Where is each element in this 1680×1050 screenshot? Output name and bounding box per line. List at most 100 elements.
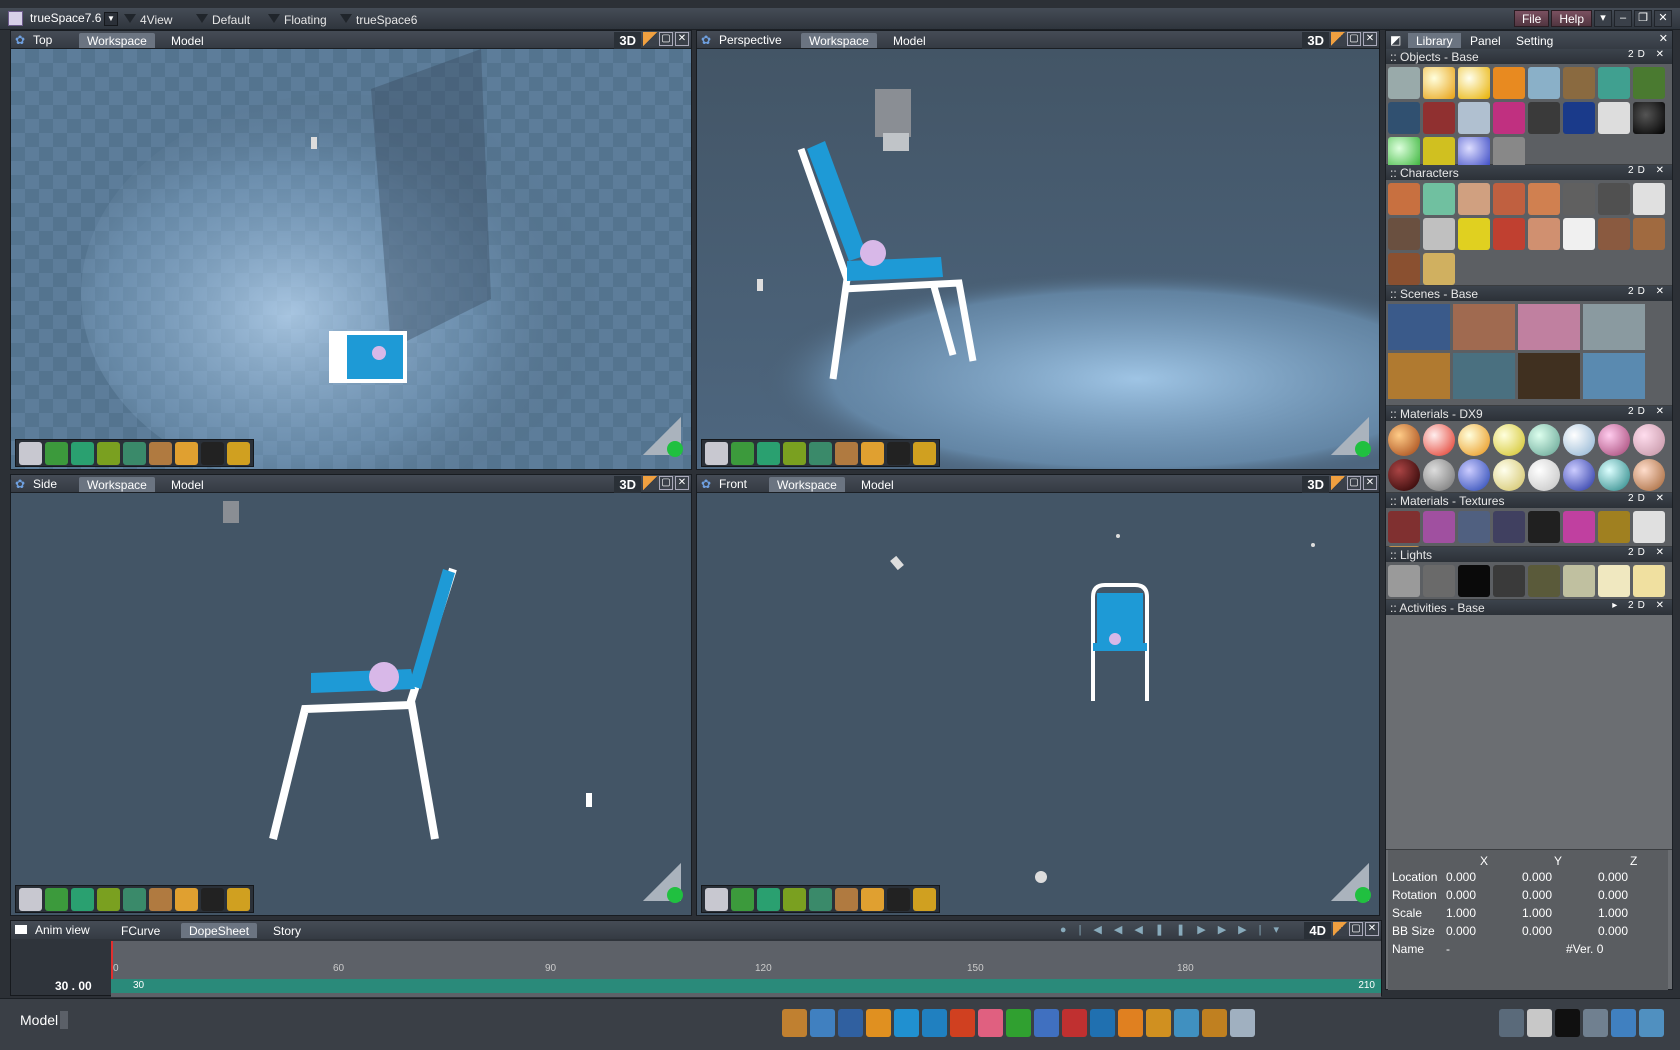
character-thumb[interactable]: [1388, 253, 1420, 285]
scene-thumb[interactable]: [1388, 353, 1450, 399]
material-thumb[interactable]: [1388, 459, 1420, 491]
light-thumb[interactable]: [1633, 565, 1665, 597]
egg-object-icon[interactable]: [1458, 67, 1490, 99]
settings-icon[interactable]: [1639, 1009, 1664, 1037]
object-icon[interactable]: [866, 1009, 891, 1037]
timeline-range-bar[interactable]: 30 210: [111, 979, 1381, 993]
grid-icon[interactable]: [1202, 1009, 1227, 1037]
section-header[interactable]: :: Objects - Base 2D ✕: [1386, 49, 1672, 64]
monitor-icon[interactable]: [1583, 1009, 1608, 1037]
close-icon[interactable]: ✕: [675, 32, 689, 46]
material-thumb[interactable]: [1423, 424, 1455, 456]
options-icon[interactable]: [643, 32, 657, 46]
tab-truespace6[interactable]: trueSpace6: [334, 11, 427, 28]
anim-mode-button[interactable]: 4D: [1304, 922, 1331, 939]
tools-icon[interactable]: [782, 1009, 807, 1037]
terrain-icon[interactable]: [123, 441, 146, 465]
wand-icon[interactable]: [227, 887, 250, 911]
character-thumb[interactable]: [1633, 183, 1665, 215]
axes-icon[interactable]: [978, 1009, 1003, 1037]
shark2-object-icon[interactable]: [1458, 102, 1490, 134]
material-thumb[interactable]: [1528, 459, 1560, 491]
material-thumb[interactable]: [1633, 459, 1665, 491]
scene-thumb[interactable]: [1453, 304, 1515, 350]
zebra-object-icon[interactable]: [1598, 102, 1630, 134]
view-mode-button[interactable]: 3D: [614, 476, 641, 493]
material-thumb[interactable]: [1563, 424, 1595, 456]
view-mode-button[interactable]: 3D: [1302, 476, 1329, 493]
brush-icon[interactable]: [149, 441, 172, 465]
character-thumb[interactable]: [1423, 183, 1455, 215]
tab-model[interactable]: Model: [885, 33, 934, 48]
wand-icon[interactable]: [227, 441, 250, 465]
ring-icon[interactable]: [887, 441, 910, 465]
dropdown-icon[interactable]: ▾: [1594, 10, 1612, 27]
texture-thumb[interactable]: [1563, 511, 1595, 543]
rotate-icon[interactable]: [838, 1009, 863, 1037]
help-menu-button[interactable]: Help: [1551, 10, 1592, 27]
viewport-front[interactable]: ✿ Front Workspace Model 3D ▢ ✕: [696, 474, 1380, 916]
fish-object-icon[interactable]: [1493, 67, 1525, 99]
maximize-icon[interactable]: ▢: [659, 476, 673, 490]
material-thumb[interactable]: [1458, 459, 1490, 491]
close-icon[interactable]: ✕: [1654, 10, 1672, 27]
panel-icon[interactable]: ◩: [1390, 33, 1401, 47]
character-thumb[interactable]: [1423, 218, 1455, 250]
z-axis-icon[interactable]: [1062, 1009, 1087, 1037]
file-menu-button[interactable]: File: [1513, 10, 1550, 27]
axis-gizmo-icon[interactable]: [1327, 859, 1373, 905]
tab-workspace[interactable]: Workspace: [769, 477, 845, 492]
character-thumb[interactable]: [1423, 253, 1455, 285]
scene-thumb[interactable]: [1518, 304, 1580, 350]
select-arrow-icon[interactable]: [19, 887, 42, 911]
maximize-icon[interactable]: ▢: [1347, 32, 1361, 46]
texture-thumb[interactable]: [1458, 511, 1490, 543]
texture-thumb[interactable]: [1423, 511, 1455, 543]
viewport-canvas[interactable]: [697, 493, 1379, 915]
section-controls[interactable]: 2D ✕: [1628, 493, 1668, 504]
brush-icon[interactable]: [149, 887, 172, 911]
bomb-object-icon[interactable]: [1633, 102, 1665, 134]
section-controls[interactable]: 2D ✕: [1628, 547, 1668, 558]
delete-icon[interactable]: [1118, 1009, 1143, 1037]
view-mode-button[interactable]: 3D: [1302, 32, 1329, 49]
axis-gizmo-icon[interactable]: [639, 859, 685, 905]
viewport-canvas[interactable]: [697, 49, 1379, 469]
package-icon[interactable]: [1146, 1009, 1171, 1037]
tab-model[interactable]: Model: [853, 477, 902, 492]
sphere-object-icon[interactable]: [1423, 67, 1455, 99]
tab-floating[interactable]: Floating: [262, 11, 337, 28]
brush-icon[interactable]: [835, 887, 858, 911]
tab-4view[interactable]: 4View: [118, 11, 182, 28]
paint-icon[interactable]: [45, 887, 68, 911]
tree-object-icon[interactable]: [1633, 67, 1665, 99]
scene-thumb[interactable]: [1583, 353, 1645, 399]
select-arrow-icon[interactable]: [19, 441, 42, 465]
select-arrow-icon[interactable]: [705, 887, 728, 911]
view-icon[interactable]: ✿: [701, 34, 715, 46]
palette-icon[interactable]: [175, 441, 198, 465]
section-controls[interactable]: ▸ 2D ✕: [1612, 600, 1668, 611]
wand-icon[interactable]: [913, 441, 936, 465]
tab-library[interactable]: Library: [1408, 33, 1461, 48]
close-icon[interactable]: ✕: [1363, 476, 1377, 490]
app-menu-dropdown-icon[interactable]: ▼: [104, 12, 118, 26]
paint-icon[interactable]: [731, 441, 754, 465]
section-header[interactable]: :: Materials - Textures 2D ✕: [1386, 493, 1672, 508]
tab-workspace[interactable]: Workspace: [79, 477, 155, 492]
character-thumb[interactable]: [1528, 183, 1560, 215]
material-thumb[interactable]: [1388, 424, 1420, 456]
scene-thumb[interactable]: [1388, 304, 1450, 350]
layers-icon[interactable]: [783, 887, 806, 911]
close-icon[interactable]: ✕: [1659, 32, 1668, 45]
tab-model[interactable]: Model: [163, 477, 212, 492]
light-thumb[interactable]: [1598, 565, 1630, 597]
light-thumb[interactable]: [1563, 565, 1595, 597]
cube-icon[interactable]: [71, 441, 94, 465]
brush-icon[interactable]: [835, 441, 858, 465]
character-thumb[interactable]: [1633, 218, 1665, 250]
section-header[interactable]: :: Materials - DX9 2D ✕: [1386, 406, 1672, 421]
options-icon[interactable]: [1333, 922, 1347, 936]
select-arrow-icon[interactable]: [705, 441, 728, 465]
undo-icon[interactable]: [1090, 1009, 1115, 1037]
